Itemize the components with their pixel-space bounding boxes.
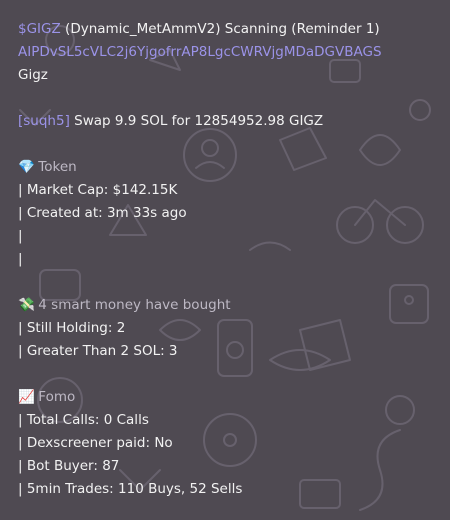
fomo-title: 📈 Fomo: [18, 386, 440, 409]
money-wings-icon: 💸: [18, 297, 35, 313]
token-name: Gigz: [18, 67, 48, 83]
contract-address-line: AIPDvSL5cVLC2j6YjgofrrAP8LgcCWRVjgMDaDGV…: [18, 41, 440, 64]
market-cap: | Market Cap: $142.15K: [18, 182, 178, 198]
dexscreener-paid: | Dexscreener paid: No: [18, 435, 173, 451]
header-text: (Dynamic_MetAmmV2) Scanning (Reminder 1): [65, 21, 380, 37]
bot-buyer: | Bot Buyer: 87: [18, 458, 120, 474]
swap-line: [suqh5] Swap 9.9 SOL for 12854952.98 GIG…: [18, 110, 440, 133]
greater-than-2-sol: | Greater Than 2 SOL: 3: [18, 343, 178, 359]
five-min-trades: | 5min Trades: 110 Buys, 52 Sells: [18, 481, 243, 497]
token-section-title: 💎 Token: [18, 156, 440, 179]
token-title: Token: [38, 159, 77, 175]
bot-message: $GIGZ (Dynamic_MetAmmV2) Scanning (Remin…: [0, 0, 450, 501]
swap-text: Swap 9.9 SOL for 12854952.98 GIGZ: [74, 113, 324, 129]
gem-icon: 💎: [18, 159, 35, 175]
total-calls: | Total Calls: 0 Calls: [18, 412, 149, 428]
contract-address-link[interactable]: AIPDvSL5cVLC2j6YjgofrrAP8LgcCWRVjgMDaDGV…: [18, 44, 382, 60]
empty-row-1: |: [18, 228, 23, 244]
created-at: | Created at: 3m 33s ago: [18, 205, 187, 221]
ticker-link[interactable]: $GIGZ: [18, 21, 61, 37]
smart-money-title: 💸 4 smart money have bought: [18, 294, 440, 317]
empty-row-2: |: [18, 251, 23, 267]
still-holding: | Still Holding: 2: [18, 320, 126, 336]
smart-money-heading: 4 smart money have bought: [38, 297, 231, 313]
header-line: $GIGZ (Dynamic_MetAmmV2) Scanning (Remin…: [18, 18, 440, 41]
wallet-link[interactable]: [suqh5]: [18, 113, 70, 129]
chart-up-icon: 📈: [18, 389, 35, 405]
fomo-heading: Fomo: [38, 389, 76, 405]
